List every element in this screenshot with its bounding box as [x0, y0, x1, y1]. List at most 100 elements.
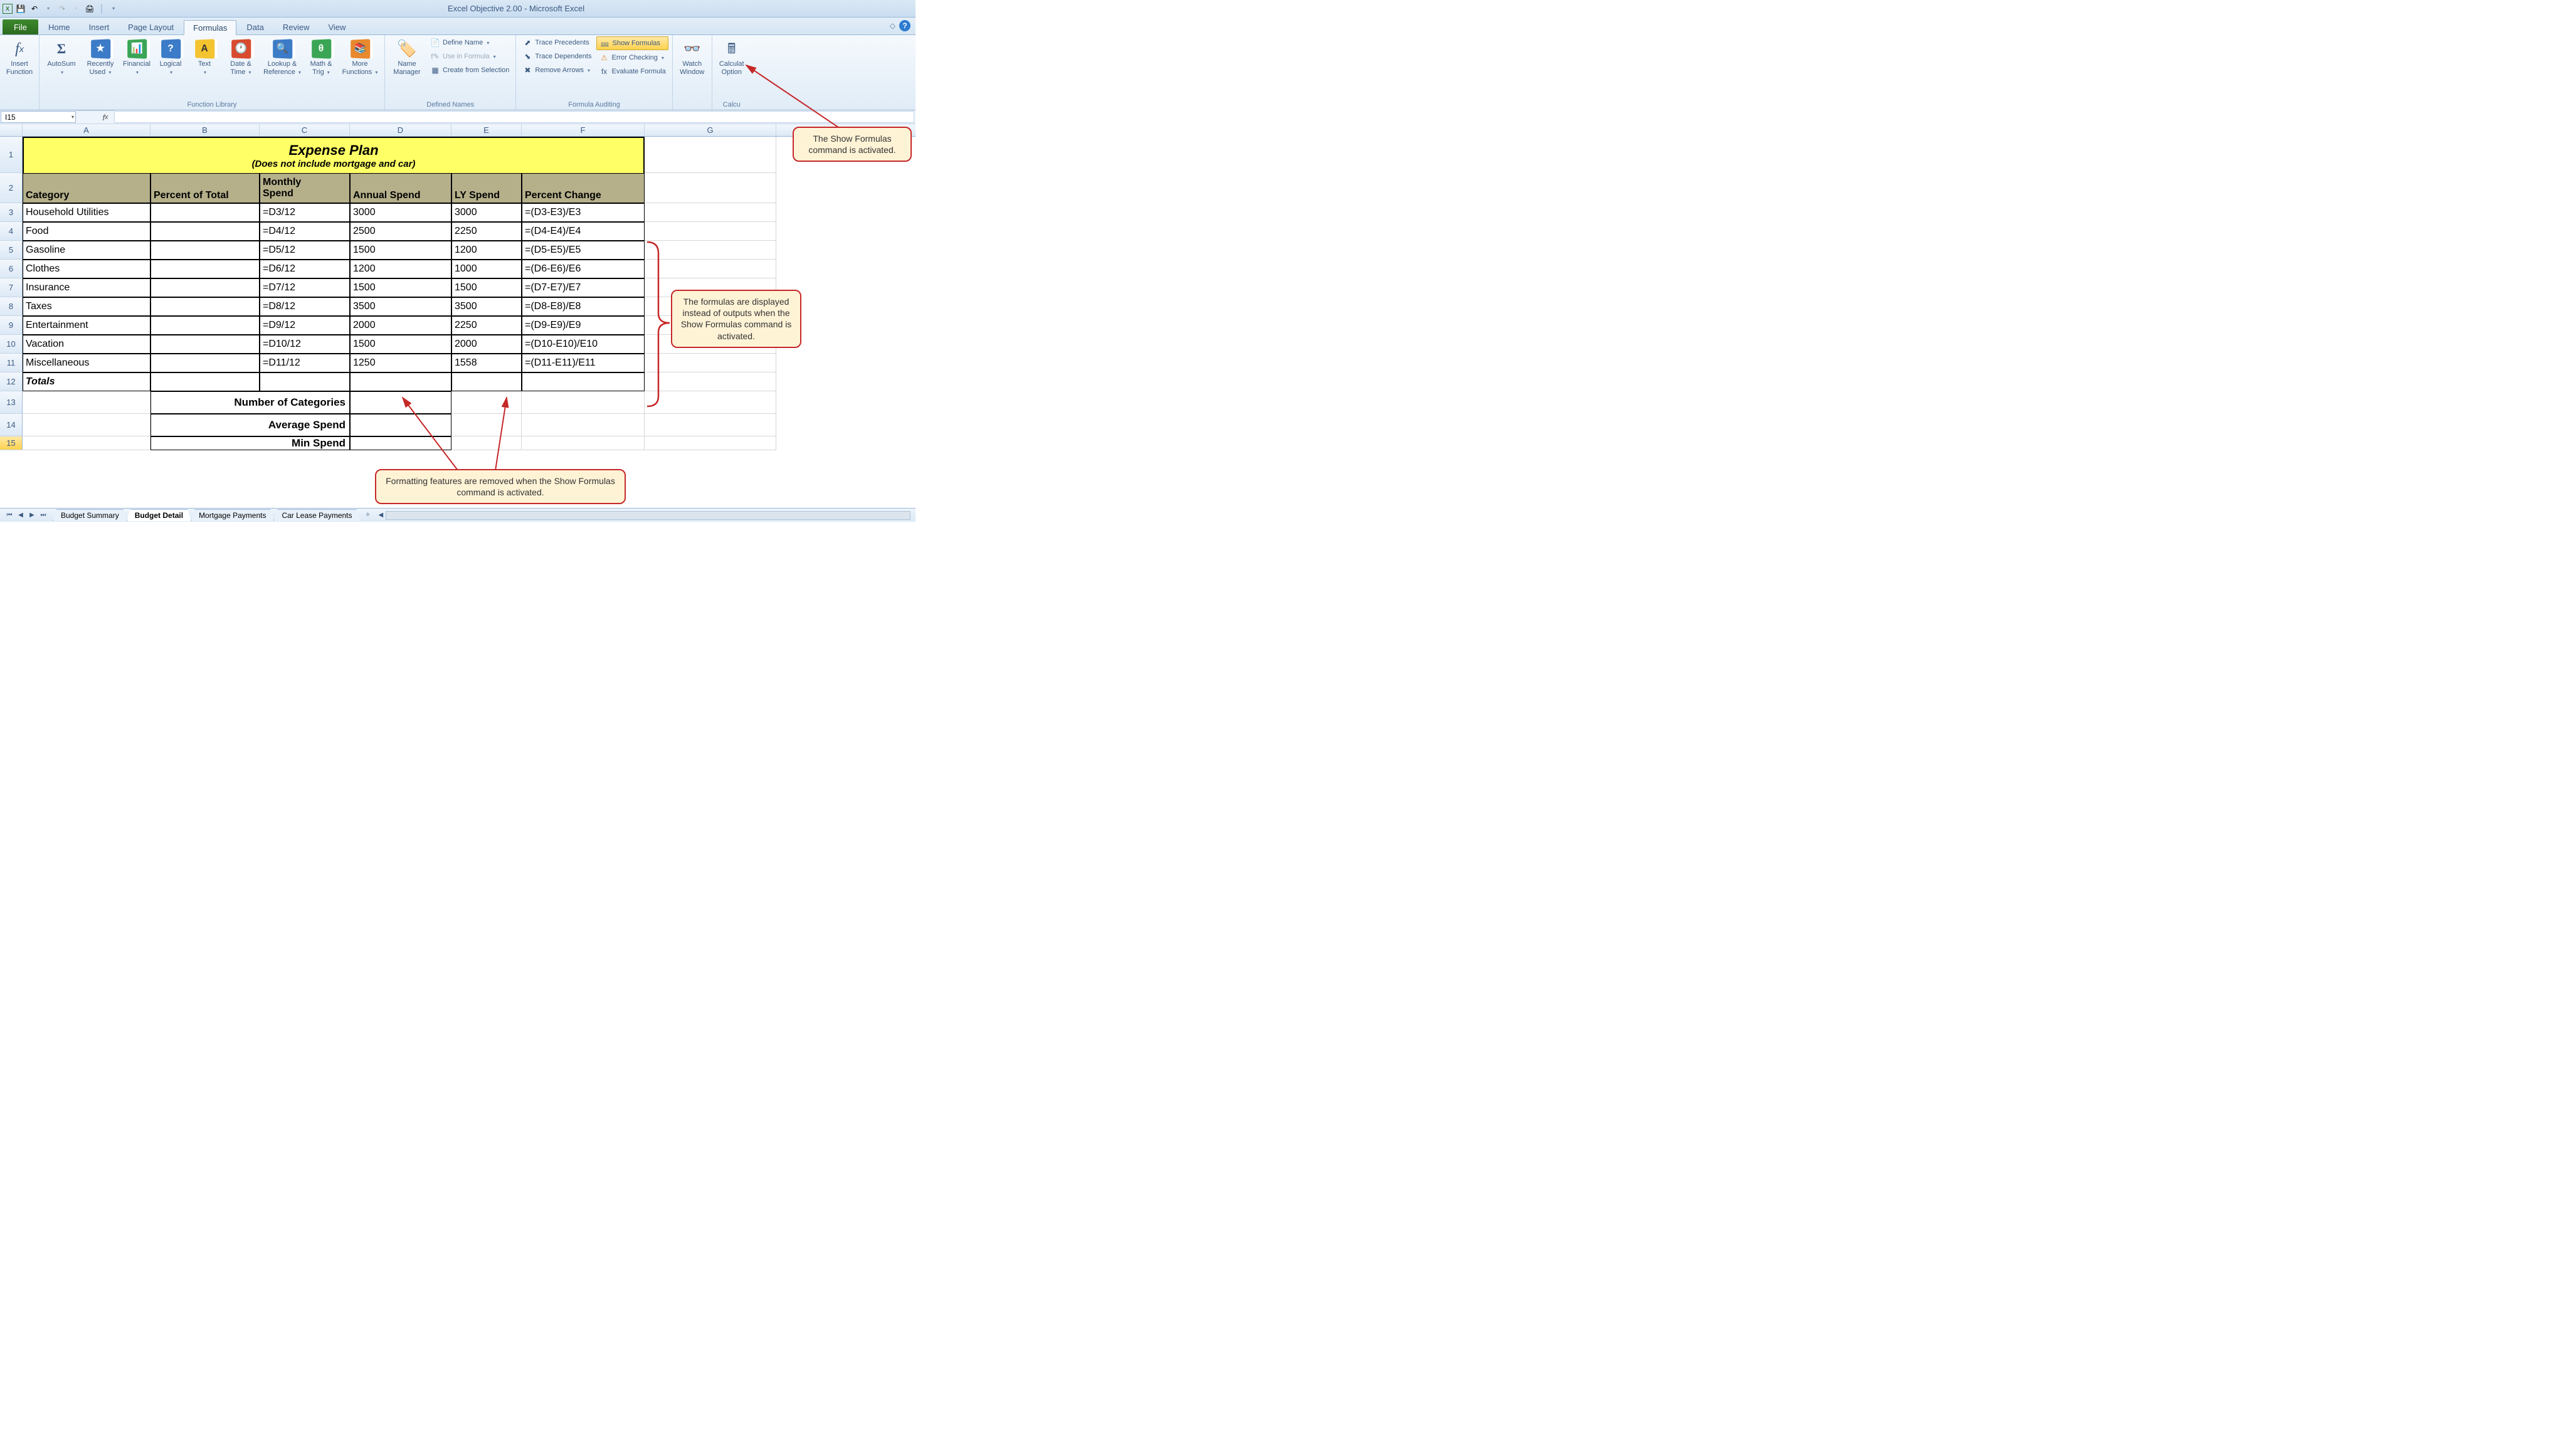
- cell-F13[interactable]: [522, 391, 645, 414]
- row-header-4[interactable]: 4: [0, 222, 23, 241]
- quick-print-icon[interactable]: 🖨: [84, 3, 95, 14]
- cell-A5[interactable]: Gasoline: [23, 241, 150, 260]
- cell-G2[interactable]: [645, 173, 776, 203]
- cell-F10[interactable]: =(D10-E10)/E10: [522, 335, 645, 354]
- cell-A8[interactable]: Taxes: [23, 297, 150, 316]
- cell-G15[interactable]: [645, 436, 776, 450]
- cell-D5[interactable]: 1500: [350, 241, 451, 260]
- create-from-selection-button[interactable]: ▦Create from Selection: [428, 64, 512, 76]
- tab-view[interactable]: View: [319, 19, 354, 34]
- row-header-2[interactable]: 2: [0, 173, 23, 203]
- cell-B4[interactable]: [150, 222, 260, 241]
- undo-icon[interactable]: ↶: [29, 3, 40, 14]
- cell-B12[interactable]: [150, 372, 260, 391]
- cell-C9[interactable]: =D9/12: [260, 316, 350, 335]
- cell-E14[interactable]: [451, 414, 522, 436]
- cell-C5[interactable]: =D5/12: [260, 241, 350, 260]
- cell-D6[interactable]: 1200: [350, 260, 451, 278]
- row-header-12[interactable]: 12: [0, 372, 23, 391]
- row-header-13[interactable]: 13: [0, 391, 23, 414]
- cell-A11[interactable]: Miscellaneous: [23, 354, 150, 372]
- cell-F12[interactable]: [522, 372, 645, 391]
- cell-C4[interactable]: =D4/12: [260, 222, 350, 241]
- cell-G13[interactable]: [645, 391, 776, 414]
- tab-insert[interactable]: Insert: [80, 19, 119, 34]
- cell-B11[interactable]: [150, 354, 260, 372]
- cell-G4[interactable]: [645, 222, 776, 241]
- tab-formulas[interactable]: Formulas: [184, 20, 236, 35]
- cell-F6[interactable]: =(D6-E6)/E6: [522, 260, 645, 278]
- help-icon[interactable]: ?: [899, 20, 910, 31]
- header-monthly-spend[interactable]: Monthly Spend: [260, 173, 350, 203]
- use-in-formula-button[interactable]: f✎Use in Formula ▾: [428, 50, 512, 63]
- error-checking-button[interactable]: ⚠Error Checking ▾: [596, 51, 668, 64]
- trace-dependents-button[interactable]: ⬊Trace Dependents: [520, 50, 594, 63]
- insert-function-button[interactable]: fx Insert Function: [4, 36, 35, 78]
- cell-E15[interactable]: [451, 436, 522, 450]
- row-header-11[interactable]: 11: [0, 354, 23, 372]
- cell-F8[interactable]: =(D8-E8)/E8: [522, 297, 645, 316]
- trace-precedents-button[interactable]: ⬈Trace Precedents: [520, 36, 594, 49]
- name-box[interactable]: I15 ▾: [1, 111, 76, 123]
- cell-A10[interactable]: Vacation: [23, 335, 150, 354]
- cell-F5[interactable]: =(D5-E5)/E5: [522, 241, 645, 260]
- cell-G11[interactable]: [645, 354, 776, 372]
- cell-C6[interactable]: =D6/12: [260, 260, 350, 278]
- more-functions-button[interactable]: 📚 More Functions ▾: [339, 36, 381, 78]
- cell-E12[interactable]: [451, 372, 522, 391]
- row-header-1[interactable]: 1: [0, 137, 23, 173]
- sheet-nav-first[interactable]: ⏮: [4, 510, 15, 521]
- cell-B10[interactable]: [150, 335, 260, 354]
- cell-A4[interactable]: Food: [23, 222, 150, 241]
- cell-E8[interactable]: 3500: [451, 297, 522, 316]
- date-time-button[interactable]: 🕐 Date & Time ▾: [223, 36, 259, 78]
- tab-home[interactable]: Home: [40, 19, 79, 34]
- cell-E5[interactable]: 1200: [451, 241, 522, 260]
- save-icon[interactable]: 💾: [15, 3, 26, 14]
- horizontal-scrollbar[interactable]: ◀: [374, 511, 916, 520]
- tab-file[interactable]: File: [3, 19, 38, 34]
- cell-D15[interactable]: [350, 436, 451, 450]
- cell-F7[interactable]: =(D7-E7)/E7: [522, 278, 645, 297]
- cell-A14[interactable]: [23, 414, 150, 436]
- cell-A7[interactable]: Insurance: [23, 278, 150, 297]
- hscroll-track[interactable]: [386, 511, 910, 520]
- tab-review[interactable]: Review: [274, 19, 319, 34]
- cell-D14[interactable]: [350, 414, 451, 436]
- col-header-G[interactable]: G: [645, 124, 776, 136]
- cell-E10[interactable]: 2000: [451, 335, 522, 354]
- row-header-8[interactable]: 8: [0, 297, 23, 316]
- col-header-A[interactable]: A: [23, 124, 150, 136]
- cell-B5[interactable]: [150, 241, 260, 260]
- cell-E4[interactable]: 2250: [451, 222, 522, 241]
- sheet-tab-budget-summary[interactable]: Budget Summary: [53, 509, 127, 521]
- cell-B3[interactable]: [150, 203, 260, 222]
- cell-F3[interactable]: =(D3-E3)/E3: [522, 203, 645, 222]
- cell-B6[interactable]: [150, 260, 260, 278]
- header-category[interactable]: Category: [23, 173, 150, 203]
- cell-B7[interactable]: [150, 278, 260, 297]
- cell-C8[interactable]: =D8/12: [260, 297, 350, 316]
- tab-data[interactable]: Data: [238, 19, 272, 34]
- header-ly-spend[interactable]: LY Spend: [451, 173, 522, 203]
- watch-window-button[interactable]: 👓 Watch Window: [677, 36, 708, 78]
- redo-dropdown[interactable]: ▾: [70, 3, 82, 14]
- header-annual-spend[interactable]: Annual Spend: [350, 173, 451, 203]
- cell-F14[interactable]: [522, 414, 645, 436]
- row-header-7[interactable]: 7: [0, 278, 23, 297]
- cell-D9[interactable]: 2000: [350, 316, 451, 335]
- logical-button[interactable]: ? Logical▾: [155, 36, 186, 78]
- autosum-button[interactable]: Σ AutoSum▾: [43, 36, 80, 78]
- cell-E6[interactable]: 1000: [451, 260, 522, 278]
- cell-G5[interactable]: [645, 241, 776, 260]
- cell-D12[interactable]: [350, 372, 451, 391]
- row-header-14[interactable]: 14: [0, 414, 23, 436]
- label-num-categories[interactable]: Number of Categories: [150, 391, 350, 414]
- cell-E3[interactable]: 3000: [451, 203, 522, 222]
- cell-C11[interactable]: =D11/12: [260, 354, 350, 372]
- col-header-B[interactable]: B: [150, 124, 260, 136]
- cell-G3[interactable]: [645, 203, 776, 222]
- cell-G1[interactable]: [645, 137, 776, 173]
- row-header-6[interactable]: 6: [0, 260, 23, 278]
- sheet-nav-next[interactable]: ▶: [26, 510, 38, 521]
